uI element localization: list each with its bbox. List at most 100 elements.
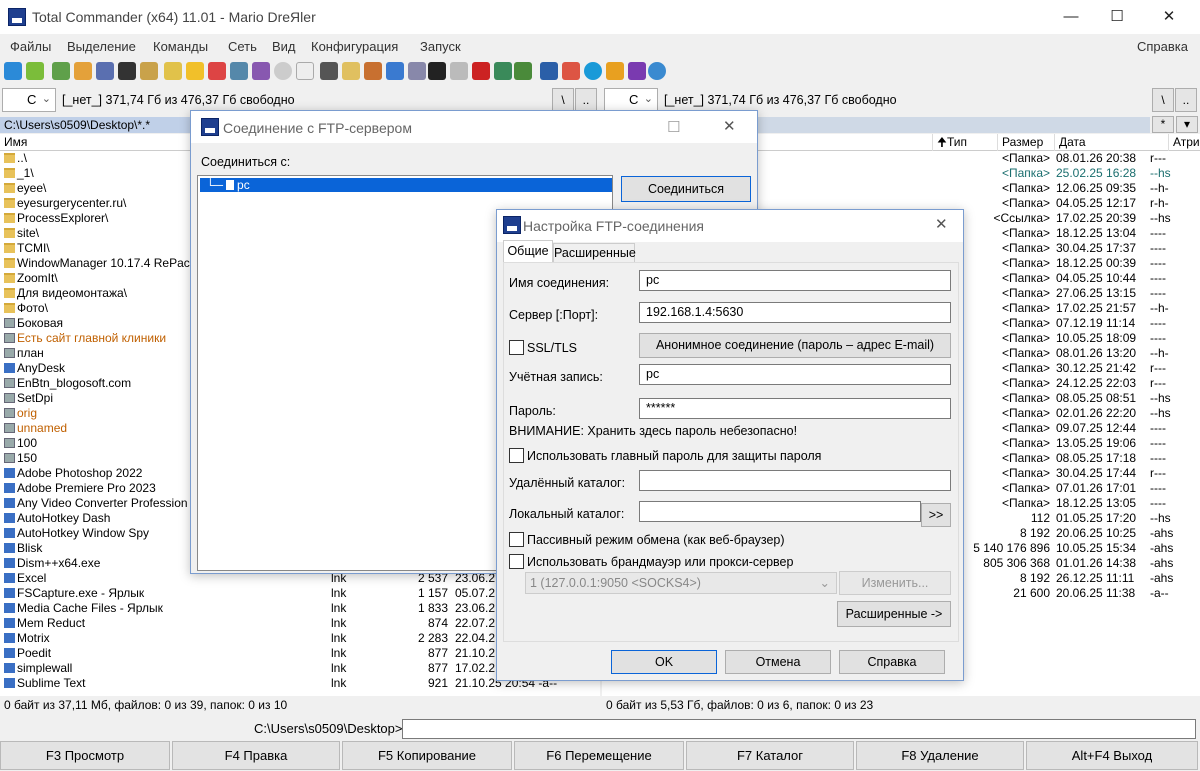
maximize-icon[interactable]: ☐ — [667, 118, 680, 136]
file-size: 2 283 — [417, 631, 448, 645]
edge-icon[interactable] — [584, 62, 602, 80]
account-input[interactable]: pc — [639, 364, 951, 385]
menu-view[interactable]: Вид — [272, 39, 296, 54]
disc-icon[interactable] — [274, 62, 292, 80]
close-button[interactable]: ✕ — [1146, 0, 1192, 34]
col-type[interactable]: 🠉Тип — [932, 134, 967, 151]
password-input[interactable]: ****** — [639, 398, 951, 419]
local-dir-input[interactable] — [639, 501, 921, 522]
col-name[interactable]: Имя — [0, 134, 27, 151]
close-icon[interactable]: ✕ — [723, 117, 736, 135]
right-drive-select[interactable]: C ⌄ — [604, 88, 658, 112]
menu-net[interactable]: Сеть — [228, 39, 257, 54]
right-up-button[interactable]: .. — [1175, 88, 1197, 112]
page-icon[interactable] — [296, 62, 314, 80]
col-attr[interactable]: Атрибу — [1168, 134, 1200, 151]
upx-icon[interactable] — [118, 62, 136, 80]
pencil-icon[interactable] — [26, 62, 44, 80]
ok-button[interactable]: OK — [611, 650, 717, 674]
f8-delete-button[interactable]: F8 Удаление — [856, 741, 1024, 770]
menu-help[interactable]: Справка — [1137, 39, 1188, 54]
tab-general[interactable]: Общие — [503, 240, 553, 262]
extract-icon[interactable] — [140, 62, 158, 80]
left-root-button[interactable]: \ — [552, 88, 574, 112]
right-root-button[interactable]: \ — [1152, 88, 1174, 112]
help-button[interactable]: Справка — [839, 650, 945, 674]
file-date: 13.05.25 19:06 — [1056, 436, 1137, 450]
f4-edit-button[interactable]: F4 Правка — [172, 741, 340, 770]
server-port-input[interactable]: 192.168.1.4:5630 — [639, 302, 951, 323]
f7-mkdir-button[interactable]: F7 Каталог — [686, 741, 854, 770]
file-attr: ---- — [1150, 286, 1166, 300]
connection-item-pc[interactable]: └─ pc — [200, 178, 612, 192]
maximize-button[interactable]: ☐ — [1094, 0, 1140, 34]
altf4-exit-button[interactable]: Alt+F4 Выход — [1026, 741, 1198, 770]
right-history-button[interactable]: * — [1152, 116, 1174, 133]
right-hotlist-button[interactable]: ▾ — [1176, 116, 1198, 133]
tab-advanced[interactable]: Расширенные — [553, 243, 636, 262]
file-icon — [4, 378, 15, 388]
file-date: 22.04.2 — [455, 631, 496, 645]
connect-button[interactable]: Соединиться — [621, 176, 751, 202]
chevron-down-icon: ⌄ — [41, 93, 51, 105]
advanced-button[interactable]: Расширенные -> — [837, 601, 951, 627]
proxy-select[interactable]: 1 (127.0.0.1:9050 <SOCKS4>) ⌄ — [525, 572, 837, 594]
f3-view-button[interactable]: F3 Просмотр — [0, 741, 170, 770]
ssl-checkbox[interactable] — [509, 340, 524, 355]
refresh-icon[interactable] — [4, 62, 22, 80]
minimize-button[interactable]: — — [1048, 0, 1094, 34]
file-name: unnamed — [17, 421, 68, 435]
puzzle-icon[interactable] — [364, 62, 382, 80]
proxy-label: Использовать брандмауэр или прокси-серве… — [527, 555, 794, 569]
menu-selection[interactable]: Выделение — [67, 39, 136, 54]
grid-icon[interactable] — [562, 62, 580, 80]
globe-icon[interactable] — [648, 62, 666, 80]
change-proxy-button[interactable]: Изменить... — [839, 571, 951, 595]
local-dir-label: Локальный каталог: — [509, 507, 625, 521]
dialog-icon[interactable] — [408, 62, 426, 80]
gear-icon[interactable] — [628, 62, 646, 80]
menu-commands[interactable]: Команды — [153, 39, 208, 54]
cd-icon[interactable] — [252, 62, 270, 80]
menu-start[interactable]: Запуск — [420, 39, 461, 54]
notepad-icon[interactable] — [164, 62, 182, 80]
f5-copy-button[interactable]: F5 Копирование — [342, 741, 512, 770]
thumbnails-icon[interactable] — [52, 62, 70, 80]
7zip-icon[interactable] — [428, 62, 446, 80]
browse-local-button[interactable]: >> — [921, 503, 951, 527]
connection-name-input[interactable]: pc — [639, 270, 951, 291]
menu-configuration[interactable]: Конфигурация — [311, 39, 398, 54]
anonymous-login-button[interactable]: Анонимное соединение (пароль – адрес E-m… — [639, 333, 951, 358]
col-size[interactable]: Размер — [997, 134, 1043, 151]
remote-dir-input[interactable] — [639, 470, 951, 491]
f6-move-button[interactable]: F6 Перемещение — [514, 741, 684, 770]
left-drive-select[interactable]: C ⌄ — [2, 88, 56, 112]
menu-files[interactable]: Файлы — [10, 39, 51, 54]
file-attr: --hs — [1150, 391, 1171, 405]
close-icon[interactable]: ✕ — [935, 215, 948, 233]
file-attr: r--- — [1150, 376, 1166, 390]
chart-icon[interactable] — [494, 62, 512, 80]
archive-zip-icon[interactable] — [96, 62, 114, 80]
file-attr: --hs — [1150, 511, 1171, 525]
cmd-input[interactable] — [402, 719, 1196, 739]
s-icon[interactable] — [472, 62, 490, 80]
record-icon[interactable] — [208, 62, 226, 80]
pdf-icon[interactable] — [342, 62, 360, 80]
smile-icon[interactable] — [186, 62, 204, 80]
mp3-icon[interactable] — [320, 62, 338, 80]
sigma-icon[interactable] — [514, 62, 532, 80]
proxy-checkbox[interactable] — [509, 554, 524, 569]
col-date[interactable]: Дата — [1054, 134, 1086, 151]
terminal-icon[interactable] — [540, 62, 558, 80]
speech-icon[interactable] — [450, 62, 468, 80]
left-up-button[interactable]: .. — [575, 88, 597, 112]
flag-icon[interactable] — [386, 62, 404, 80]
menu-bar: Файлы Выделение Команды Сеть Вид Конфигу… — [0, 36, 1200, 58]
cancel-button[interactable]: Отмена — [725, 650, 831, 674]
master-password-checkbox[interactable] — [509, 448, 524, 463]
sun-icon[interactable] — [74, 62, 92, 80]
network-icon[interactable] — [230, 62, 248, 80]
passive-mode-checkbox[interactable] — [509, 532, 524, 547]
key-icon[interactable] — [606, 62, 624, 80]
